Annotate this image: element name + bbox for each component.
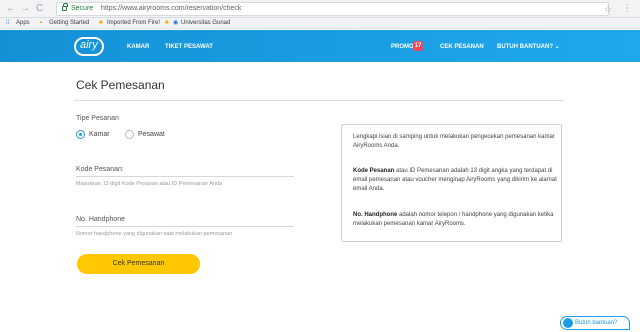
bookmark-apps[interactable]: Apps bbox=[16, 19, 30, 28]
nav-cek-pesanan[interactable]: CEK PESANAN bbox=[440, 44, 484, 51]
lock-icon bbox=[62, 3, 68, 11]
forward-icon[interactable]: → bbox=[20, 3, 30, 15]
info-order-code: Kode Pesanan atau ID Pemesanan adalah 13… bbox=[353, 167, 558, 194]
order-code-label: Kode Pesanan: bbox=[76, 166, 124, 173]
menu-icon[interactable]: ⋮ bbox=[622, 3, 632, 15]
nav-kamar[interactable]: KAMAR bbox=[127, 44, 149, 51]
check-order-button[interactable]: Cek Pemesanan bbox=[77, 254, 200, 274]
phone-input[interactable] bbox=[76, 226, 294, 227]
back-icon[interactable]: ← bbox=[6, 3, 16, 15]
order-code-input[interactable] bbox=[76, 176, 294, 177]
title-divider bbox=[74, 100, 564, 101]
nav-butuh-bantuan[interactable]: BUTUH BANTUAN? ⌄ bbox=[497, 44, 560, 51]
order-code-hint: Masukkan 13 digit Kode Pesanan atau ID P… bbox=[76, 181, 223, 187]
star-icon[interactable]: ☆ bbox=[604, 3, 612, 15]
phone-label: No. Handphone bbox=[76, 216, 126, 223]
site-header: airy KAMAR TIKET PESAWAT PROMO 17 CEK PE… bbox=[0, 30, 640, 62]
page-title: Cek Pemesanan bbox=[76, 78, 165, 92]
order-type-label: Tipe Pesanan bbox=[76, 115, 119, 122]
bookmark-universitas[interactable]: Universitas Gunad bbox=[181, 19, 230, 28]
globe-icon: ◉ bbox=[173, 20, 179, 26]
folder-icon: ■ bbox=[99, 20, 103, 26]
nav-tiket-pesawat[interactable]: TIKET PESAWAT bbox=[165, 44, 213, 51]
radio-kamar-label[interactable]: Kamar bbox=[89, 130, 110, 139]
radio-pesawat[interactable] bbox=[125, 130, 134, 139]
secure-label: Secure bbox=[71, 5, 94, 12]
address-bar[interactable]: Secure https://www.airyrooms.com/reserva… bbox=[56, 2, 609, 16]
support-agent-icon bbox=[563, 318, 573, 328]
bookmark-getting-started[interactable]: Getting Started bbox=[49, 19, 89, 28]
info-order-code-term: Kode Pesanan bbox=[353, 168, 395, 174]
browser-toolbar: ← → C Secure https://www.airyrooms.com/r… bbox=[0, 0, 640, 18]
info-phone: No. Handphone adalah nomor telepon / han… bbox=[353, 211, 558, 229]
folder-icon: ■ bbox=[165, 20, 169, 26]
phone-hint: Nomor handphone yang digunakan saat mela… bbox=[76, 231, 233, 237]
info-panel: Lengkapi isian di samping untuk melakuka… bbox=[341, 124, 562, 242]
bookmark-imported[interactable]: Imported From Fire! bbox=[107, 19, 160, 28]
nav-promo[interactable]: PROMO bbox=[391, 44, 414, 51]
info-phone-term: No. Handphone bbox=[353, 212, 398, 218]
help-chat-label: Butuh bantuan? bbox=[575, 320, 618, 326]
reload-icon[interactable]: C bbox=[36, 3, 43, 15]
radio-pesawat-label[interactable]: Pesawat bbox=[138, 130, 165, 139]
url-text[interactable]: https://www.airyrooms.com/reservation/ch… bbox=[101, 4, 241, 14]
radio-kamar[interactable] bbox=[76, 130, 85, 139]
promo-count-badge: 17 bbox=[413, 41, 423, 51]
apps-grid-icon[interactable]: ⁞⁞ bbox=[6, 19, 9, 28]
info-intro: Lengkapi isian di samping untuk melakuka… bbox=[353, 134, 555, 149]
page-icon: ▪ bbox=[40, 20, 43, 26]
bookmarks-bar: ⁞⁞ Apps ▪ Getting Started ■ Imported Fro… bbox=[0, 18, 640, 29]
help-chat-button[interactable]: Butuh bantuan? bbox=[560, 316, 630, 330]
logo-text: airy bbox=[80, 39, 98, 51]
